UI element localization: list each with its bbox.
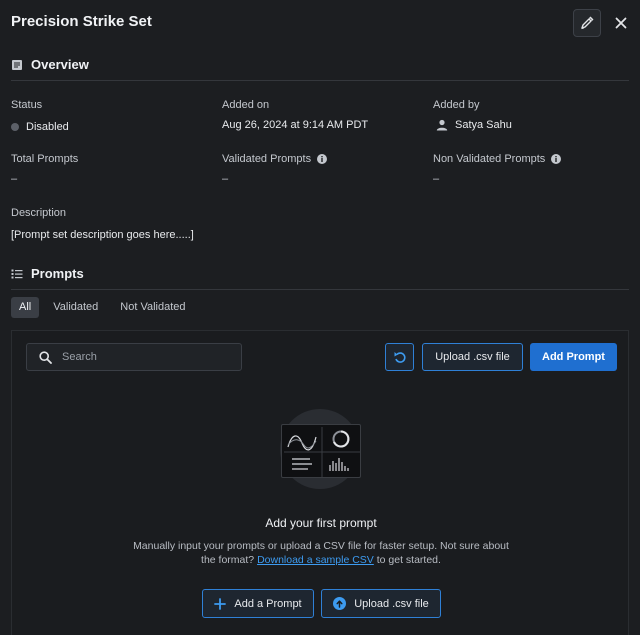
upload-csv-bottom-button[interactable]: Upload .csv file [321, 589, 441, 618]
empty-state-title: Add your first prompt [265, 516, 377, 530]
tab-not-validated[interactable]: Not Validated [112, 297, 193, 318]
total-prompts-label: Total Prompts [11, 153, 79, 165]
refresh-button[interactable] [385, 343, 414, 371]
document-icon [12, 59, 22, 70]
status-label: Status [11, 99, 43, 111]
status-badge: Disabled [26, 121, 69, 133]
plus-icon [214, 597, 227, 610]
description-label: Description [11, 207, 67, 219]
empty-state-illustration [281, 424, 361, 478]
info-icon[interactable] [317, 154, 328, 164]
analytics-illustration-icon [284, 427, 360, 477]
tab-validated[interactable]: Validated [45, 297, 106, 318]
tab-all[interactable]: All [11, 297, 40, 318]
added-by-label: Added by [433, 99, 480, 111]
undo-icon [394, 352, 406, 363]
added-by-name: Satya Sahu [455, 119, 512, 131]
panel-header: Precision Strike Set [0, 0, 640, 46]
prompt-set-panel: Precision Strike Set Overview Status Dis… [0, 0, 640, 635]
upload-cloud-icon [333, 597, 347, 610]
total-prompts-value: – [11, 173, 18, 185]
status-value: Disabled [11, 121, 69, 133]
description-value: [Prompt set description goes here.....] [11, 229, 194, 241]
edit-button[interactable] [573, 9, 601, 37]
edit-icon [581, 16, 594, 30]
search-box[interactable] [26, 343, 242, 371]
prompts-divider [11, 289, 629, 290]
search-icon [39, 350, 52, 364]
overview-heading-label: Overview [31, 57, 89, 72]
non-validated-prompts-value: – [433, 173, 440, 185]
user-icon [436, 119, 448, 131]
validated-prompts-label: Validated Prompts [222, 153, 328, 165]
list-icon [11, 269, 23, 278]
upload-csv-button[interactable]: Upload .csv file [422, 343, 523, 371]
info-icon[interactable] [551, 154, 562, 164]
non-validated-prompts-label: Non Validated Prompts [433, 153, 562, 165]
overview-divider [11, 80, 629, 81]
close-icon [615, 17, 627, 29]
page-title: Precision Strike Set [11, 13, 152, 30]
prompts-content: Upload .csv file Add Prompt [11, 330, 629, 635]
added-on-value: Aug 26, 2024 at 9:14 AM PDT [222, 119, 369, 131]
validated-prompts-value: – [222, 173, 229, 185]
close-button[interactable] [611, 13, 631, 33]
download-sample-csv-link[interactable]: Download a sample CSV [257, 554, 374, 566]
overview-heading: Overview [11, 57, 89, 72]
added-on-label: Added on [222, 99, 270, 111]
empty-state-description: Manually input your prompts or upload a … [133, 540, 509, 566]
added-by-value: Satya Sahu [436, 119, 512, 131]
add-a-prompt-button[interactable]: Add a Prompt [202, 589, 314, 618]
search-input[interactable] [62, 351, 222, 363]
prompt-filter-tabs: All Validated Not Validated [11, 297, 194, 318]
add-prompt-button[interactable]: Add Prompt [530, 343, 617, 371]
prompts-heading-label: Prompts [31, 266, 84, 281]
prompts-heading: Prompts [11, 266, 84, 281]
status-dot-icon [11, 123, 19, 131]
